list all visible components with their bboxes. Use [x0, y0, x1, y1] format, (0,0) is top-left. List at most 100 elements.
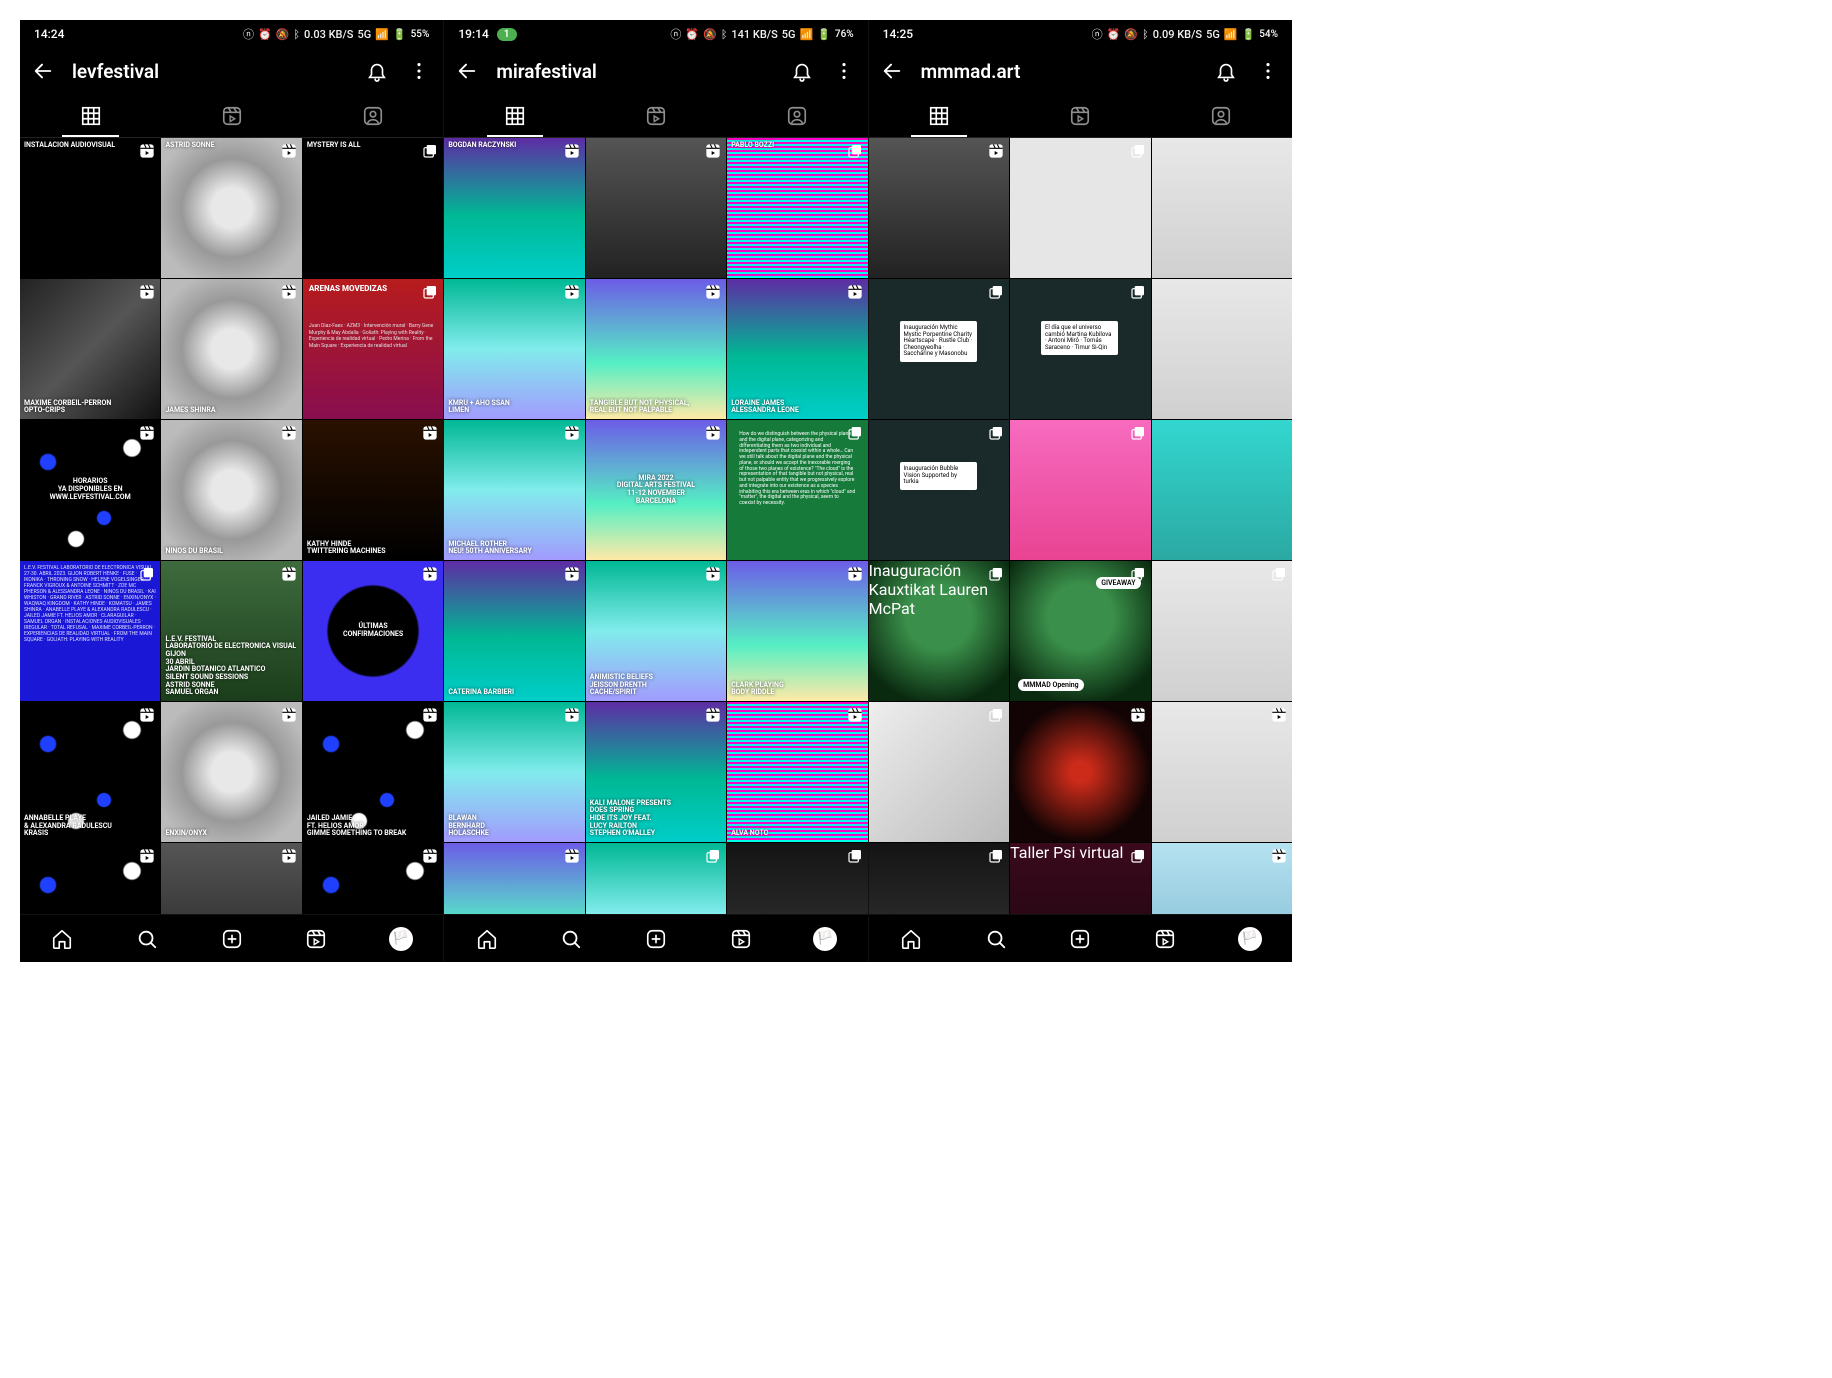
post-thumbnail[interactable]: HORARIOS YA DISPONIBLES EN WWW.LEVFESTIV…	[20, 420, 160, 560]
tab-tagged[interactable]	[302, 94, 443, 137]
tab-reels[interactable]	[161, 94, 302, 137]
back-button[interactable]	[32, 60, 54, 82]
reels-badge-icon	[280, 565, 298, 583]
post-thumbnail[interactable]: ANNABELLE PLAYE & ALEXANDRA RADULESCU KR…	[20, 702, 160, 842]
profile-username[interactable]: mirafestival	[496, 60, 771, 83]
nav-reels[interactable]	[698, 915, 783, 962]
more-options-button[interactable]	[407, 59, 431, 83]
tab-reels[interactable]	[585, 94, 726, 137]
post-thumbnail[interactable]: Taller Psi virtual	[1010, 843, 1150, 914]
back-button[interactable]	[881, 60, 903, 82]
post-thumbnail[interactable]	[1010, 420, 1150, 560]
post-thumbnail[interactable]: MICHAEL ROTHER NEU! 50TH ANNIVERSARY	[444, 420, 584, 560]
notifications-button[interactable]	[790, 59, 814, 83]
tab-posts[interactable]	[869, 94, 1010, 137]
nav-create[interactable]	[1038, 915, 1123, 962]
post-thumbnail[interactable]: El día que el universo cambió Martina Ku…	[1010, 279, 1150, 419]
post-thumbnail[interactable]: KMRU + AHO SSAN LIMEN	[444, 279, 584, 419]
post-thumbnail[interactable]	[1010, 138, 1150, 278]
post-thumbnail[interactable]: CATERINA BARBIERI	[444, 561, 584, 701]
notifications-button[interactable]	[365, 59, 389, 83]
nav-home[interactable]	[444, 915, 529, 962]
post-thumbnail[interactable]: Inauguración Mythic Mystic Porpentine Ch…	[869, 279, 1009, 419]
nav-profile[interactable]: 🏳️	[359, 915, 444, 962]
post-thumbnail[interactable]	[1152, 702, 1292, 842]
post-thumbnail[interactable]	[1152, 561, 1292, 701]
avatar-icon: 🏳️	[1238, 927, 1262, 951]
post-thumbnail[interactable]	[1010, 702, 1150, 842]
post-thumbnail[interactable]: GIVEAWAYMMMAD Opening	[1010, 561, 1150, 701]
status-right: ⓝ ⏰ 🔕 ᛒ 141 KB/S 5G 📶 🔋 76%	[670, 26, 853, 42]
tab-tagged[interactable]	[727, 94, 868, 137]
post-thumbnail[interactable]: JAILED JAMIE FT. HELIOS AMOR GIMME SOMET…	[303, 702, 443, 842]
post-thumbnail[interactable]	[1152, 279, 1292, 419]
post-thumbnail[interactable]: INSTALACION AUDIOVISUAL	[20, 138, 160, 278]
post-thumbnail[interactable]: L.E.V. FESTIVAL LABORATORIO DE ELECTRONI…	[161, 561, 301, 701]
nav-reels[interactable]	[1123, 915, 1208, 962]
tab-posts[interactable]	[444, 94, 585, 137]
post-caption: LORAINE JAMES ALESSANDRA LEONE	[731, 400, 863, 415]
post-thumbnail[interactable]: NINOS DU BRASIL	[161, 420, 301, 560]
post-thumbnail[interactable]: GRAND RIVER ALL ABOVE	[20, 843, 160, 914]
post-thumbnail[interactable]	[1152, 138, 1292, 278]
more-options-button[interactable]	[1256, 59, 1280, 83]
nav-create[interactable]	[614, 915, 699, 962]
post-thumbnail[interactable]: MAXIME CORBEIL-PERRON OPTO-CRIPS	[20, 279, 160, 419]
posts-grid[interactable]: BOGDAN RACZYNSKI PABLO BOZZI KMRU + AHO SS…	[444, 138, 867, 914]
posts-grid[interactable]: INSTALACION AUDIOVISUALASTRID SONNEMYSTE…	[20, 138, 443, 914]
post-thumbnail[interactable]: ANIMISTIC BELIEFS JEISSON DRENTH CACHE/S…	[586, 561, 726, 701]
post-thumbnail[interactable]: LORAINE JAMES ALESSANDRA LEONE	[727, 279, 867, 419]
post-thumbnail[interactable]: ALVA NOTO	[727, 702, 867, 842]
profile-username[interactable]: levfestival	[72, 60, 347, 83]
nav-reels[interactable]	[274, 915, 359, 962]
post-thumbnail[interactable]: Inauguración Bubble Vision Supported by …	[869, 420, 1009, 560]
post-thumbnail[interactable]	[1152, 843, 1292, 914]
post-thumbnail[interactable]: MYSTERY IS ALL	[303, 138, 443, 278]
nav-search[interactable]	[105, 915, 190, 962]
post-thumbnail[interactable]	[869, 702, 1009, 842]
post-thumbnail[interactable]: WAQWAQ KINGDOM	[161, 843, 301, 914]
post-thumbnail[interactable]: ENXIN/ONYX	[161, 702, 301, 842]
post-thumbnail[interactable]: ÚLTIMAS CONFIRMACIONES	[303, 561, 443, 701]
nav-search[interactable]	[953, 915, 1038, 962]
nav-search[interactable]	[529, 915, 614, 962]
post-thumbnail[interactable]: KATHY HINDE TWITTERING MACHINES	[303, 420, 443, 560]
back-button[interactable]	[456, 60, 478, 82]
post-thumbnail[interactable]	[869, 138, 1009, 278]
post-thumbnail[interactable]: L.E.V. FESTIVAL LABORATORIO DE ELECTRONI…	[20, 561, 160, 701]
post-thumbnail[interactable]: MIRA	[586, 843, 726, 914]
tab-tagged[interactable]	[1151, 94, 1292, 137]
nav-home[interactable]	[20, 915, 105, 962]
post-thumbnail[interactable]: ARENAS MOVEDIZASJuan Diaz-Faes · AZM3 · …	[303, 279, 443, 419]
reels-badge-icon	[704, 565, 722, 583]
multi-post-icon	[1129, 424, 1147, 442]
post-thumbnail[interactable]: How do we distinguish between the physic…	[727, 420, 867, 560]
post-thumbnail[interactable]: MIRA 2022 DIGITAL ARTS FESTIVAL 11-12 NO…	[586, 420, 726, 560]
post-thumbnail[interactable]: KALI MALONE PRESENTS DOES SPRING HIDE IT…	[586, 702, 726, 842]
nav-home[interactable]	[869, 915, 954, 962]
post-thumbnail[interactable]: DICE	[727, 843, 867, 914]
more-options-button[interactable]	[832, 59, 856, 83]
post-thumbnail[interactable]: BOGDAN RACZYNSKI	[444, 138, 584, 278]
nav-profile[interactable]: 🏳️	[1207, 915, 1292, 962]
post-thumbnail[interactable]: JAMES SHINRA	[161, 279, 301, 419]
tab-reels[interactable]	[1010, 94, 1151, 137]
nav-profile[interactable]: 🏳️	[783, 915, 868, 962]
nav-create[interactable]	[189, 915, 274, 962]
post-thumbnail[interactable]	[586, 138, 726, 278]
post-thumbnail[interactable]: VOICES FROM THE LAKE	[444, 843, 584, 914]
profile-username[interactable]: mmmad.art	[921, 60, 1196, 83]
tab-posts[interactable]	[20, 94, 161, 137]
post-thumbnail[interactable]: BLAWAN BERNHARD HOLASCHKE	[444, 702, 584, 842]
post-thumbnail[interactable]: CLARK PLAYING BODY RIDDLE	[727, 561, 867, 701]
post-thumbnail[interactable]: Inauguración Kauxtikat Lauren McPat	[869, 561, 1009, 701]
post-thumbnail[interactable]: ASTRID SONNE	[161, 138, 301, 278]
posts-grid[interactable]: Inauguración Mythic Mystic Porpentine Ch…	[869, 138, 1292, 914]
post-thumbnail[interactable]: KAI WH…	[303, 843, 443, 914]
post-thumbnail[interactable]	[869, 843, 1009, 914]
post-thumbnail[interactable]	[1152, 420, 1292, 560]
post-thumbnail[interactable]: PABLO BOZZI	[727, 138, 867, 278]
notifications-button[interactable]	[1214, 59, 1238, 83]
post-thumbnail[interactable]: TANGIBLE BUT NOT PHYSICAL, REAL BUT NOT …	[586, 279, 726, 419]
reels-badge-icon	[704, 142, 722, 160]
